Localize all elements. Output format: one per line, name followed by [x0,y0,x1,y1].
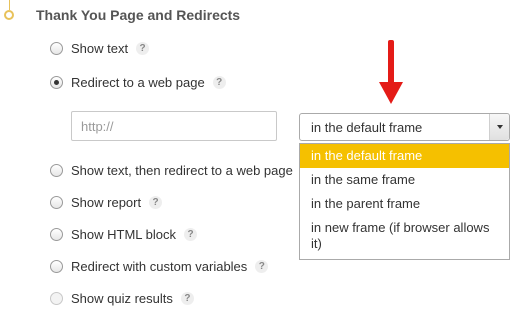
radio-redirect-web-page[interactable] [50,75,63,89]
help-icon[interactable]: ? [136,41,150,55]
red-down-arrow-icon [379,40,403,104]
option-label: Redirect with custom variables [71,258,248,274]
option-show-quiz-results: Show quiz results ? [50,288,194,308]
select-toggle[interactable] [489,114,509,140]
dropdown-option-default-frame[interactable]: in the default frame [300,144,509,168]
url-input[interactable] [71,111,277,141]
option-label: Show quiz results [71,290,173,306]
radio-show-quiz-results [50,291,63,305]
radio-redirect-custom-variables[interactable] [50,259,63,273]
frame-select[interactable]: in the default frame [299,113,510,141]
frame-select-value: in the default frame [311,119,423,135]
option-redirect-web-page[interactable]: Redirect to a web page ? [50,72,226,92]
option-label: Redirect to a web page [71,74,205,90]
help-icon[interactable]: ? [212,75,226,89]
radio-show-text-then-redirect[interactable] [50,163,63,177]
option-show-report[interactable]: Show report ? [50,192,163,212]
help-icon[interactable]: ? [180,291,194,305]
option-show-text-then-redirect[interactable]: Show text, then redirect to a web page [50,160,293,180]
option-label: Show text [71,40,129,56]
option-label: Show HTML block [71,226,176,242]
option-show-html-block[interactable]: Show HTML block ? [50,224,197,244]
section-title: Thank You Page and Redirects [36,7,241,23]
option-label: Show report [71,194,142,210]
option-redirect-custom-variables[interactable]: Redirect with custom variables ? [50,256,269,276]
timeline-dot-icon [4,10,14,20]
radio-show-html-block[interactable] [50,227,63,241]
dropdown-option-new-frame[interactable]: in new frame (if browser allows it) [300,216,509,256]
option-label: Show text, then redirect to a web page [71,162,293,178]
help-icon[interactable]: ? [255,259,269,273]
radio-show-report[interactable] [50,195,63,209]
chevron-down-icon [496,125,503,129]
radio-show-text[interactable] [50,41,63,55]
help-icon[interactable]: ? [149,195,163,209]
frame-dropdown-list: in the default frame in the same frame i… [299,143,510,260]
option-show-text[interactable]: Show text ? [50,38,150,58]
timeline-line [9,0,10,10]
dropdown-option-same-frame[interactable]: in the same frame [300,168,509,192]
dropdown-option-parent-frame[interactable]: in the parent frame [300,192,509,216]
help-icon[interactable]: ? [184,227,197,241]
